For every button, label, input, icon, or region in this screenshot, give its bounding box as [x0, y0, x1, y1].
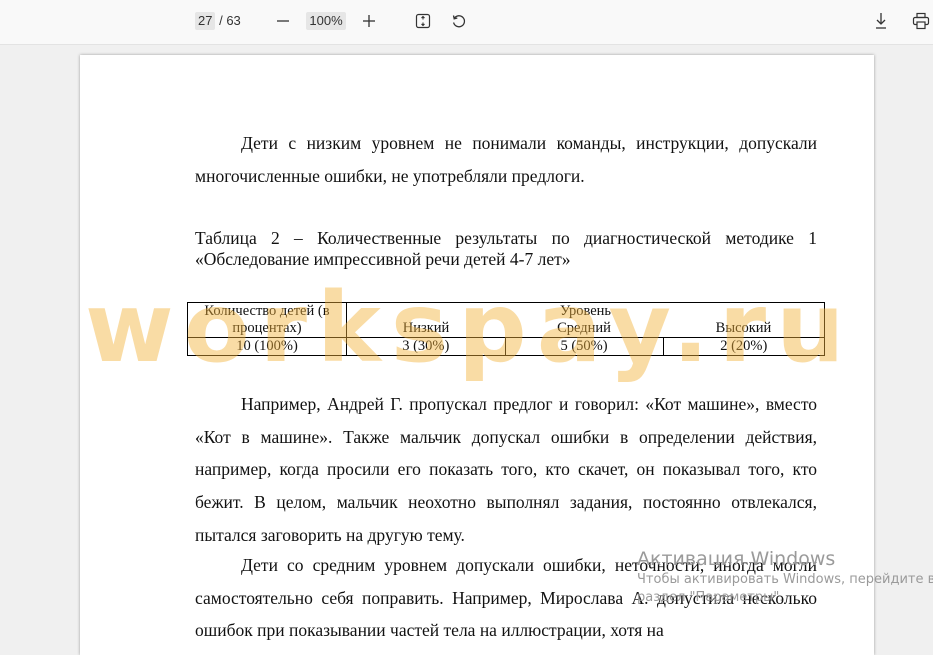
fit-page-icon	[415, 13, 431, 29]
minus-icon	[277, 20, 289, 22]
page-indicator: 27 / 63	[195, 12, 241, 30]
header-high: Высокий	[663, 320, 825, 338]
page-total: / 63	[219, 13, 241, 28]
zoom-level[interactable]: 100%	[306, 12, 346, 30]
header-medium: Средний	[505, 320, 663, 338]
zoom-out-button[interactable]	[272, 10, 294, 32]
pdf-toolbar: 27 / 63 100%	[0, 0, 933, 45]
paragraph-3: Дети со средним уровнем допускали ошибки…	[195, 555, 817, 641]
fit-page-button[interactable]	[412, 10, 434, 32]
table-caption: Таблица 2 – Количественные результаты по…	[195, 228, 817, 269]
download-icon	[876, 13, 886, 29]
print-icon	[912, 12, 930, 30]
paragraph-1: Дети с низким уровнем не понимали команд…	[195, 133, 817, 186]
paragraph-2: Например, Андрей Г. пропускал предлог и …	[195, 394, 817, 545]
cell-medium: 5 (50%)	[504, 337, 664, 356]
page-number-input[interactable]: 27	[195, 12, 216, 30]
plus-icon	[363, 15, 375, 27]
cell-total: 10 (100%)	[187, 337, 347, 356]
print-button[interactable]	[910, 10, 932, 32]
rotate-icon	[452, 15, 466, 28]
results-table: Количество детей (в процентах) Уровень Н…	[187, 302, 825, 356]
cell-low: 3 (30%)	[346, 337, 506, 356]
zoom-in-button[interactable]	[358, 10, 380, 32]
header-level: Уровень	[346, 302, 825, 320]
document-page: Дети с низким уровнем не понимали команд…	[80, 55, 874, 655]
cell-high: 2 (20%)	[662, 337, 825, 356]
rotate-button[interactable]	[448, 10, 470, 32]
download-button[interactable]	[870, 10, 892, 32]
header-children-count: Количество детей (в процентах)	[187, 302, 347, 338]
header-low: Низкий	[346, 320, 505, 338]
